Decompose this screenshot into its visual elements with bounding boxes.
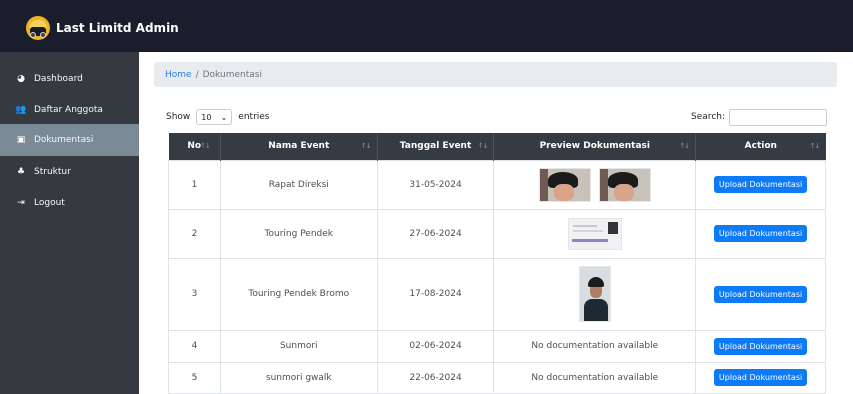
top-navbar: Last Limitd Admin: [0, 0, 853, 52]
cell-preview-empty: No documentation available: [493, 329, 697, 363]
cell-action: Upload Dokumentasi: [695, 361, 826, 394]
column-header-tanggal-event[interactable]: Tanggal Event ↑↓: [376, 133, 494, 160]
chevron-down-icon: ⌄: [220, 112, 228, 122]
cell-preview: [493, 208, 697, 259]
cell-date: 22-06-2024: [376, 361, 495, 394]
sidebar-item-dokumentasi[interactable]: ▣ Dokumentasi: [0, 124, 139, 156]
cell-no: 1: [168, 159, 221, 210]
table-row: 3 Touring Pendek Bromo 17-08-2024 Upload…: [168, 257, 826, 331]
column-header-preview[interactable]: Preview Dokumentasi ↑↓: [493, 133, 696, 160]
sidebar-item-label: Daftar Anggota: [34, 105, 103, 115]
cell-date: 02-06-2024: [376, 329, 495, 363]
preview-image[interactable]: [567, 217, 622, 250]
cell-date: 17-08-2024: [376, 257, 495, 331]
cell-no: 3: [168, 257, 221, 331]
search-input[interactable]: [729, 108, 827, 126]
sidebar-item-label: Dashboard: [34, 74, 83, 84]
breadcrumb-current: Dokumentasi: [202, 69, 262, 80]
app-title: Last Limitd Admin: [56, 21, 179, 35]
cell-no: 5: [168, 361, 221, 394]
entries-label: entries: [238, 112, 270, 122]
upload-dokumentasi-button[interactable]: Upload Dokumentasi: [713, 337, 808, 355]
show-label: Show: [166, 112, 191, 122]
entries-select-value: 10: [201, 112, 212, 122]
table-row: 4 Sunmori 02-06-2024 No documentation av…: [168, 329, 826, 363]
breadcrumb: Home / Dokumentasi: [154, 62, 837, 87]
column-header-action[interactable]: Action ↑↓: [695, 133, 826, 160]
users-icon: 👥: [15, 105, 27, 115]
cell-event: Sunmori: [219, 329, 378, 363]
table-search-control: Search:: [691, 108, 827, 126]
cell-no: 2: [168, 208, 221, 259]
sort-icon: ↑↓: [200, 142, 211, 150]
sidebar: ◕ Dashboard 👥 Daftar Anggota ▣ Dokumenta…: [0, 52, 139, 394]
cell-action: Upload Dokumentasi: [695, 257, 826, 331]
table-row: 2 Touring Pendek 27-06-2024 Upload Dokum…: [168, 208, 826, 259]
sidebar-item-label: Struktur: [34, 167, 71, 177]
upload-dokumentasi-button[interactable]: Upload Dokumentasi: [713, 176, 808, 193]
brand[interactable]: Last Limitd Admin: [26, 16, 179, 40]
brand-logo: [26, 16, 50, 40]
cell-date: 31-05-2024: [376, 159, 495, 210]
logout-icon: ⇥: [17, 198, 25, 208]
cell-preview-empty: No documentation available: [493, 361, 697, 394]
table-header-row: No ↑↓ Nama Event ↑↓ Tanggal Event ↑↓ Pre…: [168, 133, 826, 160]
sidebar-item-struktur[interactable]: ♣ Struktur: [0, 156, 139, 188]
column-header-nama-event[interactable]: Nama Event ↑↓: [219, 133, 378, 160]
cell-event: Rapat Direksi: [219, 159, 378, 210]
upload-dokumentasi-button[interactable]: Upload Dokumentasi: [713, 225, 808, 242]
search-label: Search:: [691, 112, 725, 122]
sidebar-item-label: Dokumentasi: [34, 135, 94, 145]
sidebar-item-dashboard[interactable]: ◕ Dashboard: [0, 63, 139, 95]
sort-icon: ↑↓: [477, 142, 489, 150]
sort-icon: ↑↓: [809, 142, 821, 150]
table-row: 5 sunmori gwalk 22-06-2024 No documentat…: [168, 361, 826, 394]
column-header-no[interactable]: No ↑↓: [168, 133, 221, 160]
cell-event: sunmori gwalk: [219, 361, 378, 394]
camera-icon: ▣: [16, 135, 26, 145]
breadcrumb-separator: /: [195, 69, 199, 80]
sidebar-item-label: Logout: [34, 198, 65, 208]
preview-image[interactable]: [538, 167, 591, 202]
cell-date: 27-06-2024: [376, 208, 495, 259]
sidebar-item-daftar-anggota[interactable]: 👥 Daftar Anggota: [0, 94, 139, 126]
sort-icon: ↑↓: [360, 142, 372, 150]
sidebar-item-logout[interactable]: ⇥ Logout: [0, 187, 139, 219]
sitemap-icon: ♣: [16, 167, 26, 177]
cell-preview: [493, 159, 697, 210]
cell-action: Upload Dokumentasi: [695, 208, 826, 259]
upload-dokumentasi-button[interactable]: Upload Dokumentasi: [713, 369, 808, 386]
cell-no: 4: [168, 329, 221, 363]
entries-length-control: Show 10 ⌄ entries: [166, 109, 270, 125]
preview-image[interactable]: [598, 167, 651, 202]
breadcrumb-home-link[interactable]: Home: [165, 70, 192, 80]
entries-select[interactable]: 10 ⌄: [196, 109, 233, 125]
cell-event: Touring Pendek Bromo: [219, 257, 378, 331]
cell-action: Upload Dokumentasi: [695, 329, 826, 363]
preview-image[interactable]: [578, 266, 611, 322]
cell-action: Upload Dokumentasi: [695, 159, 826, 210]
table-row: 1 Rapat Direksi 31-05-2024 Upload Dokume…: [168, 159, 826, 210]
cell-preview: [493, 257, 697, 331]
upload-dokumentasi-button[interactable]: Upload Dokumentasi: [713, 285, 808, 303]
dokumentasi-table: No ↑↓ Nama Event ↑↓ Tanggal Event ↑↓ Pre…: [168, 133, 826, 394]
sort-icon: ↑↓: [679, 142, 690, 150]
dashboard-icon: ◕: [17, 74, 25, 84]
cell-event: Touring Pendek: [219, 208, 378, 259]
